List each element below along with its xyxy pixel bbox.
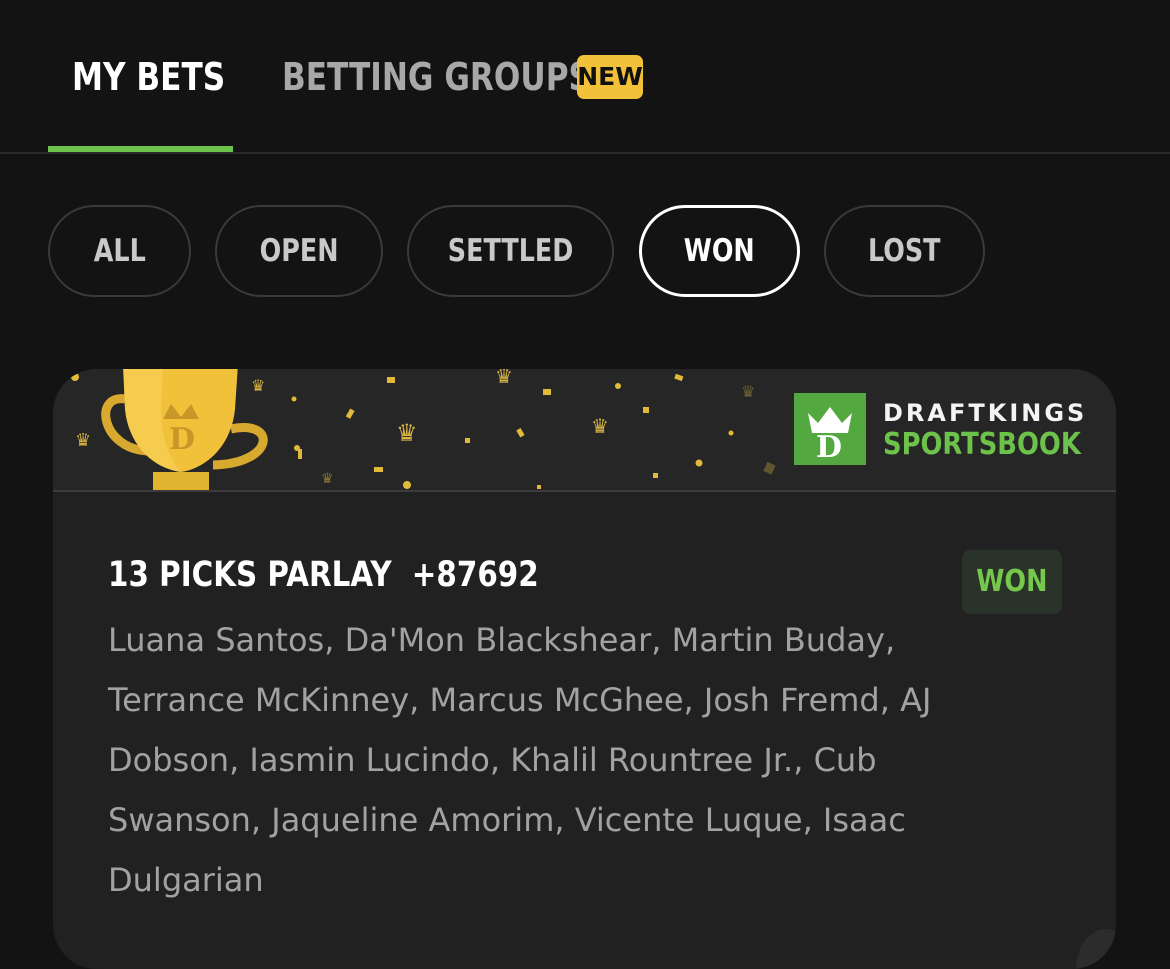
trophy-icon: D bbox=[101, 369, 268, 490]
parlay-picks-list: Luana Santos, Da'Mon Blackshear, Martin … bbox=[108, 621, 932, 899]
filter-open-label: OPEN bbox=[259, 233, 339, 269]
filter-won[interactable]: WON bbox=[639, 205, 800, 297]
confetti-graphic: D ♛ ♛ ♛ ♛ ♛ ♛ ♛ bbox=[71, 369, 776, 490]
filter-all-label: ALL bbox=[93, 233, 146, 269]
bet-type: 13 PICKS PARLAY bbox=[108, 555, 392, 595]
tab-my-bets[interactable]: MY BETS bbox=[72, 52, 225, 102]
won-celebration-banner: D ♛ ♛ ♛ ♛ ♛ ♛ ♛ D DRAFTKINGS SPORTSBOOK bbox=[53, 369, 1116, 492]
filter-open[interactable]: OPEN bbox=[215, 205, 383, 297]
status-label: WON bbox=[976, 564, 1048, 599]
brand-name: DRAFTKINGS bbox=[883, 399, 1088, 427]
svg-text:D: D bbox=[816, 430, 842, 465]
filter-lost-label: LOST bbox=[868, 233, 941, 269]
svg-text:D: D bbox=[169, 422, 195, 457]
tab-betting-groups[interactable]: BETTING GROUPS bbox=[282, 52, 591, 102]
bet-odds: +87692 bbox=[411, 555, 539, 595]
bet-title-row: 13 PICKS PARLAY +87692 bbox=[108, 555, 539, 595]
bet-card[interactable]: D ♛ ♛ ♛ ♛ ♛ ♛ ♛ D DRAFTKINGS SPORTSBOOK … bbox=[53, 369, 1116, 969]
bets-tab-bar: MY BETS BETTING GROUPS NEW bbox=[0, 0, 1170, 154]
new-badge: NEW bbox=[577, 55, 643, 99]
svg-text:♛: ♛ bbox=[495, 369, 513, 388]
draftkings-logo-icon: D bbox=[794, 393, 866, 465]
status-badge: WON bbox=[962, 550, 1062, 614]
svg-text:♛: ♛ bbox=[75, 430, 91, 451]
svg-text:♛: ♛ bbox=[321, 471, 334, 487]
svg-text:♛: ♛ bbox=[741, 382, 755, 401]
filter-settled[interactable]: SETTLED bbox=[407, 205, 614, 297]
filter-won-label: WON bbox=[684, 233, 755, 269]
svg-text:♛: ♛ bbox=[251, 376, 265, 395]
filter-all[interactable]: ALL bbox=[48, 205, 191, 297]
svg-text:♛: ♛ bbox=[591, 414, 609, 438]
svg-text:♛: ♛ bbox=[396, 419, 418, 447]
filter-lost[interactable]: LOST bbox=[824, 205, 985, 297]
active-tab-indicator bbox=[48, 146, 233, 152]
filter-settled-label: SETTLED bbox=[447, 233, 574, 269]
brand-product: SPORTSBOOK bbox=[883, 427, 1081, 462]
card-corner-decoration bbox=[1076, 929, 1116, 969]
